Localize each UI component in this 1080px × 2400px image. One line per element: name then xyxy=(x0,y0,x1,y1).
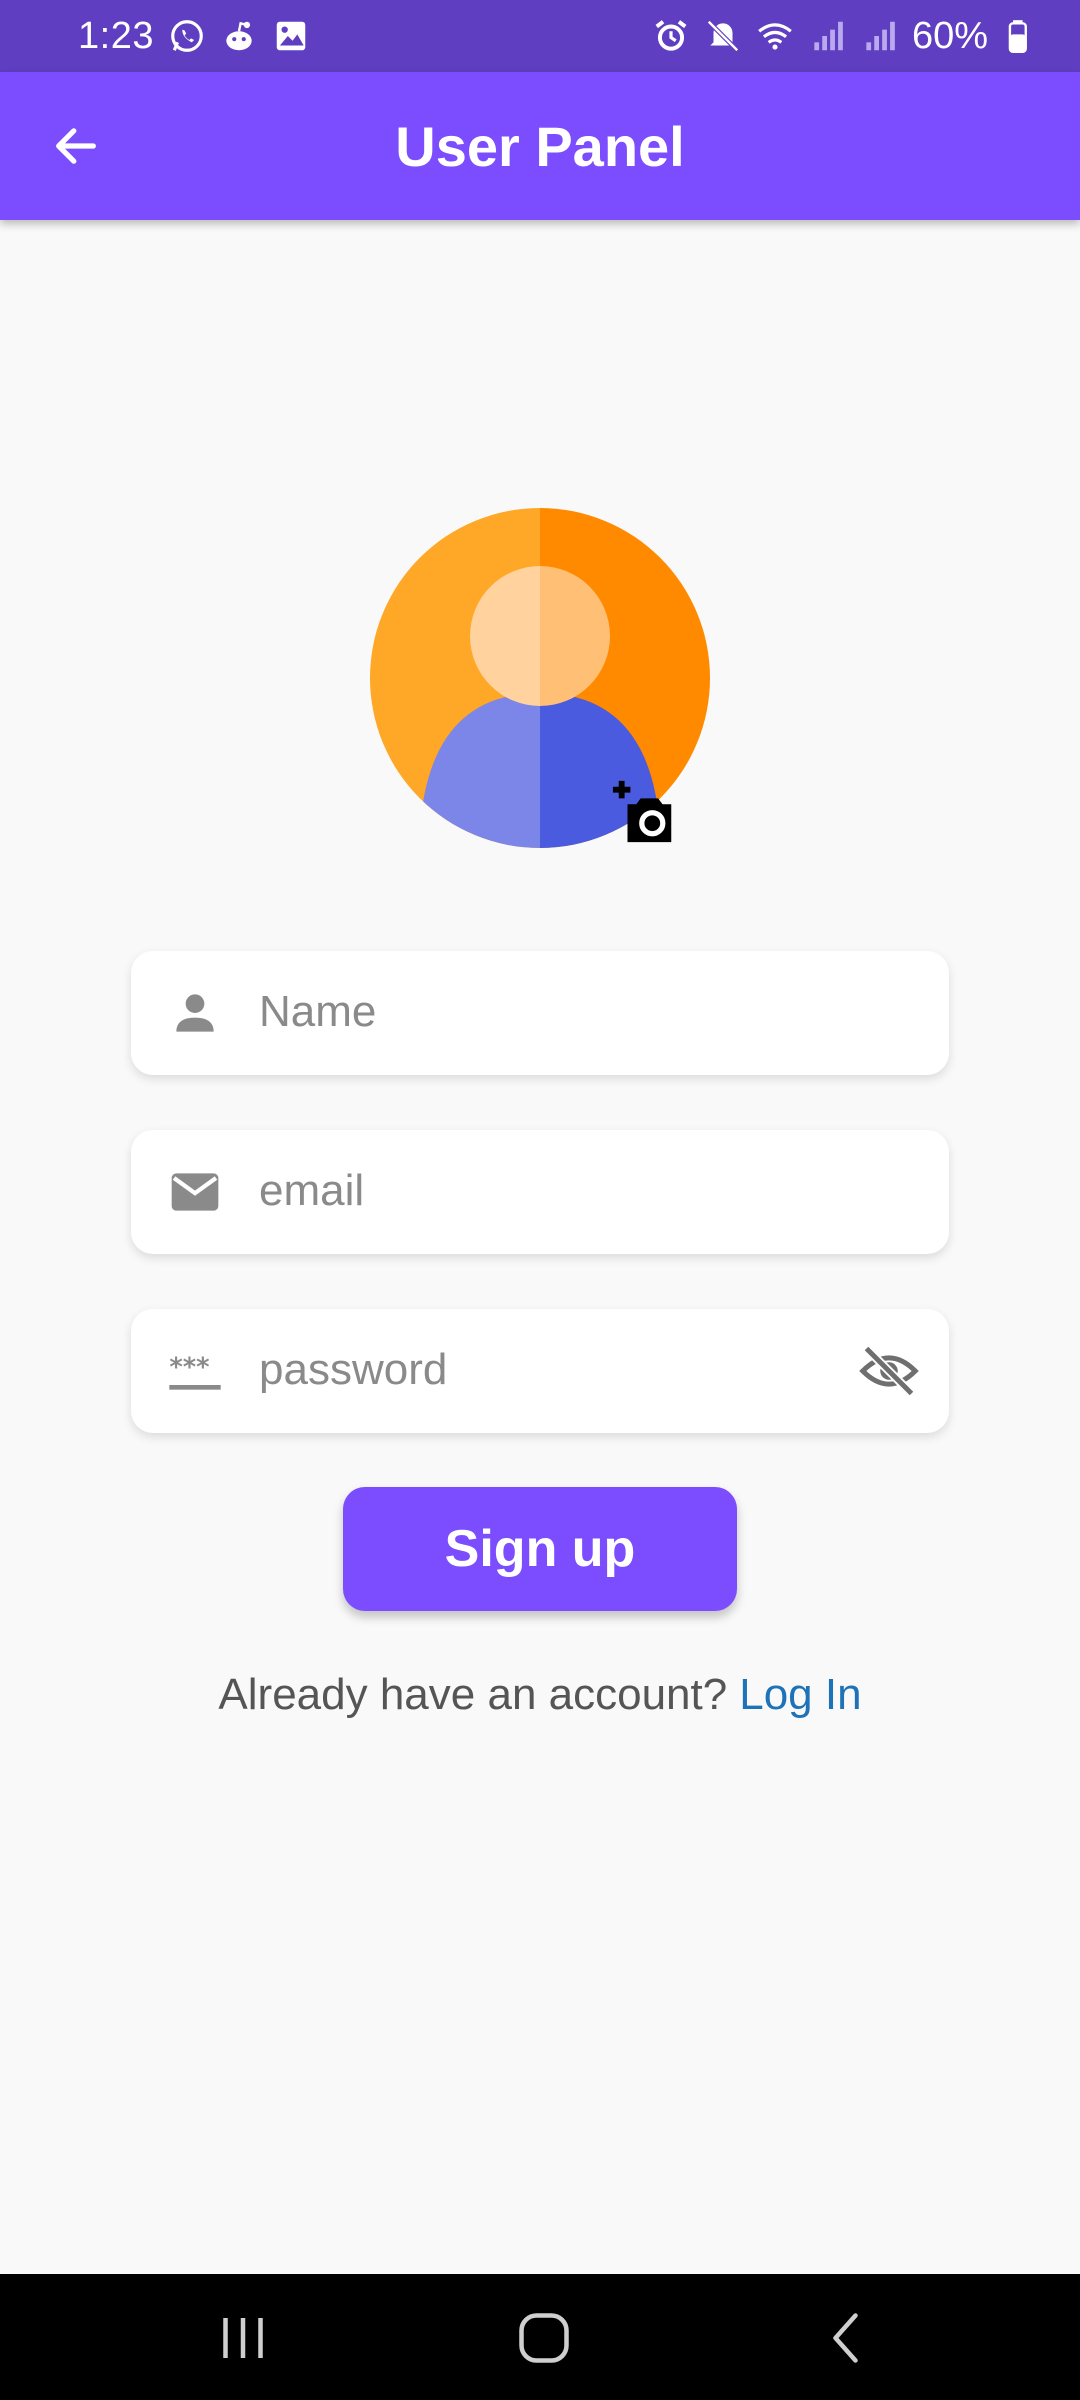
recent-apps-button[interactable] xyxy=(207,2302,279,2374)
wifi-icon xyxy=(756,17,794,55)
whatsapp-icon xyxy=(168,17,206,55)
signal-icon xyxy=(808,17,846,55)
home-button[interactable] xyxy=(508,2302,580,2374)
svg-text:***: *** xyxy=(169,1353,209,1383)
visibility-off-icon xyxy=(859,1345,919,1397)
reddit-icon xyxy=(220,17,258,55)
signal-icon xyxy=(860,17,898,55)
app-bar: User Panel xyxy=(0,72,1080,220)
gallery-icon xyxy=(272,17,310,55)
name-field[interactable] xyxy=(131,951,949,1075)
battery-percentage: 60% xyxy=(911,14,988,57)
battery-icon xyxy=(1002,17,1040,55)
home-icon xyxy=(519,2313,569,2363)
status-right: 60% xyxy=(652,0,1040,72)
back-icon xyxy=(833,2313,858,2363)
status-bar: 1:23 60% xyxy=(0,0,1080,72)
alarm-icon xyxy=(652,17,690,55)
system-back-button[interactable] xyxy=(812,2302,884,2374)
page-title: User Panel xyxy=(395,114,685,178)
signup-button[interactable]: Sign up xyxy=(343,1487,737,1611)
mail-icon xyxy=(167,1164,223,1220)
recent-apps-icon xyxy=(223,2318,263,2358)
avatar[interactable] xyxy=(370,508,710,848)
login-link[interactable]: Log In xyxy=(739,1670,861,1720)
password-input[interactable] xyxy=(257,1329,861,1411)
mute-icon xyxy=(704,17,742,55)
login-prompt-text: Already have an account? xyxy=(218,1670,728,1719)
status-left: 1:23 xyxy=(78,0,310,72)
email-field[interactable] xyxy=(131,1130,949,1254)
email-input[interactable] xyxy=(257,1150,861,1232)
person-icon xyxy=(167,985,223,1041)
login-prompt: Already have an account? Log In xyxy=(0,1660,1080,1730)
add-photo-button[interactable] xyxy=(610,778,680,848)
password-visibility-toggle[interactable] xyxy=(859,1341,919,1401)
navigation-bar xyxy=(0,2274,1080,2400)
name-input[interactable] xyxy=(257,971,861,1053)
password-field[interactable]: *** xyxy=(131,1309,949,1433)
add-a-photo-icon xyxy=(612,780,672,843)
password-icon: *** xyxy=(167,1343,223,1399)
status-time: 1:23 xyxy=(78,14,154,57)
